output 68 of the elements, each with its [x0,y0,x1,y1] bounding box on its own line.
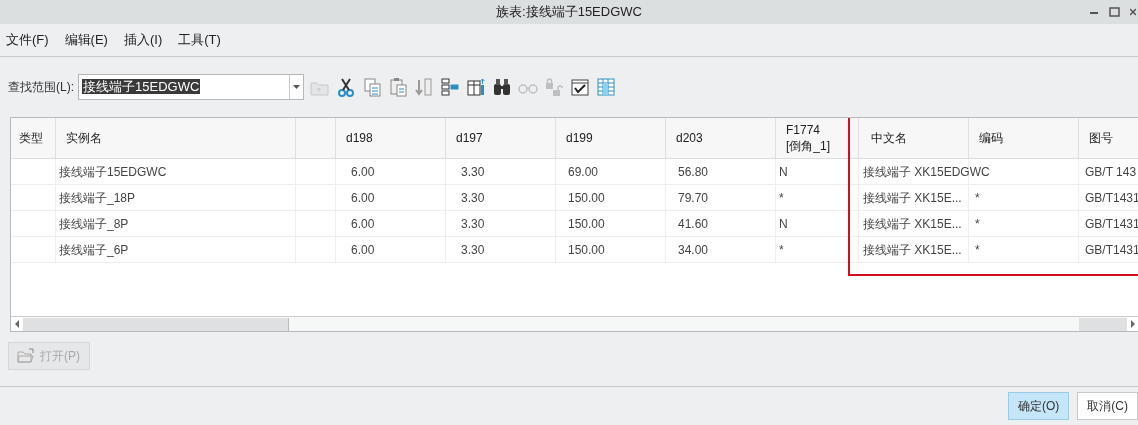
table-cell-text: 接线端子 XK15E... [863,189,962,207]
table-cell-text: 3.30 [461,163,485,181]
table-cell-text: 接线端子_6P [59,241,129,259]
table-cell-text: 接线端子 XK15E... [863,241,962,259]
field-label: 查找范围(L): [8,79,74,96]
table-cell-text: N [779,215,788,233]
table-cell-text: * [975,189,980,207]
tree-icon[interactable] [440,77,460,97]
table-cell-text: 接线端子15EDGWC [59,163,167,181]
table-cell-text: 79.70 [678,189,709,207]
column-header[interactable]: 中文名 [871,130,907,146]
menu-item[interactable]: 文件(F) [6,30,49,50]
lookup-combobox[interactable]: 接线端子15EDGWC [78,74,304,100]
binoculars-icon[interactable] [492,77,512,97]
scroll-right-icon[interactable] [1127,317,1138,331]
table-cell-text: * [779,189,784,207]
checkbox-icon[interactable] [570,77,590,97]
dialog-button[interactable]: 确定(O) [1008,392,1070,420]
horizontal-scrollbar[interactable] [11,316,1138,331]
table-cell-text: 3.30 [461,189,485,207]
dropdown-caret-icon[interactable] [293,85,300,89]
scroll-left-icon[interactable] [11,317,23,331]
column-header[interactable]: d198 [346,130,373,146]
column-header[interactable]: d199 [566,130,593,146]
table-cell-text: 41.60 [678,215,709,233]
maximize-icon[interactable] [1109,7,1120,17]
table-cell-text: 69.00 [568,163,599,181]
menu-item[interactable]: 编辑(E) [64,30,108,50]
table-cell-text: * [779,241,784,259]
table-cell-text: 接线端子_18P [59,189,136,207]
table-cell-text: 6.00 [351,163,375,181]
table-cell-text: * [975,215,980,233]
clipboard-icon[interactable] [388,77,408,97]
table-cell-text: 接线端子 XK15EDGWC [863,163,990,181]
window-title: 族表:接线端子15EDGWC [496,3,642,22]
scissors-icon[interactable] [336,77,356,97]
table-cell-text: 3.30 [461,241,485,259]
column-header[interactable]: d197 [456,130,483,146]
table-column-icon[interactable] [466,77,486,97]
table-cell-text: 接线端子_8P [59,215,129,233]
table-cell-text: 34.00 [678,241,709,259]
close-icon[interactable] [1130,7,1136,17]
table-cell-text: * [975,241,980,259]
table-cell-text: 3.30 [461,215,485,233]
menu-item[interactable]: 工具(T) [178,30,221,50]
column-header[interactable]: 实例名 [66,130,102,146]
table-cell-text: 6.00 [351,215,375,233]
scrollbar-thumb[interactable] [1079,317,1127,331]
dialog-button[interactable]: 取消(C) [1077,392,1138,420]
folder-icon [17,348,35,364]
menu-item[interactable]: 插入(I) [123,30,163,50]
table-icon[interactable] [596,77,616,97]
scrollbar-thumb[interactable] [23,317,289,331]
table-cell-text: 6.00 [351,189,375,207]
table-cell-text: 150.00 [568,215,605,233]
column-header[interactable]: 图号 [1089,130,1113,146]
table-cell-text: 56.80 [678,163,709,181]
column-header[interactable]: d203 [676,130,703,146]
column-header[interactable]: 类型 [19,130,43,146]
column-header[interactable]: F1774 [倒角_1] [786,122,830,154]
table-cell-text: GB/T 143 [1085,163,1137,181]
table-cell-text: N [779,163,788,181]
table-cell-text: 接线端子 XK15E... [863,215,962,233]
table-cell-text: 6.00 [351,241,375,259]
table-cell-text: 150.00 [568,189,605,207]
selected-text: 接线端子15EDGWC [82,79,201,95]
column-header[interactable]: 编码 [979,130,1003,146]
table-cell-text: 150.00 [568,241,605,259]
